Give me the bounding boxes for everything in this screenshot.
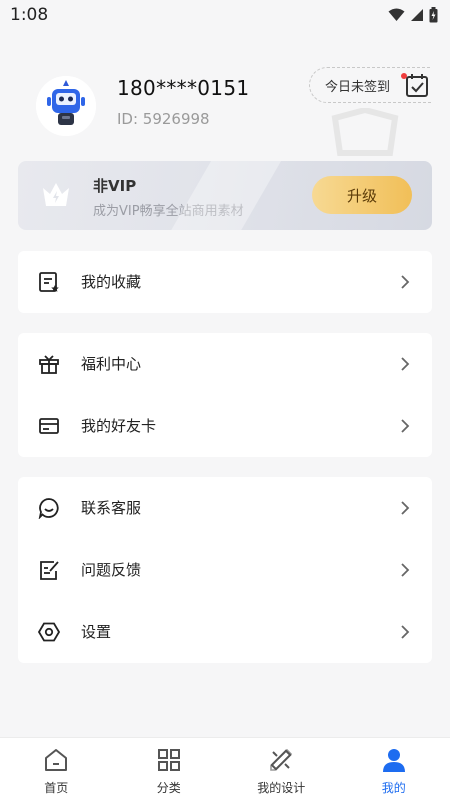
tab-my-design[interactable]: 我的设计 bbox=[225, 738, 338, 799]
chevron-right-icon bbox=[401, 501, 410, 515]
design-icon bbox=[270, 748, 293, 771]
wifi-icon bbox=[388, 8, 405, 21]
menu-item-friend-card[interactable]: 我的好友卡 bbox=[18, 395, 432, 457]
avatar[interactable] bbox=[36, 76, 96, 136]
tab-category[interactable]: 分类 bbox=[113, 738, 226, 799]
menu-item-benefits[interactable]: 福利中心 bbox=[18, 333, 432, 395]
chevron-right-icon bbox=[401, 419, 410, 433]
menu-item-label: 我的收藏 bbox=[81, 273, 142, 291]
card-icon bbox=[39, 418, 59, 434]
robot-avatar-icon bbox=[36, 76, 96, 136]
feedback-icon bbox=[40, 561, 59, 580]
status-time: 1:08 bbox=[10, 5, 49, 25]
favorites-icon bbox=[39, 272, 59, 292]
settings-icon bbox=[38, 622, 60, 642]
tab-mine[interactable]: 我的 bbox=[338, 738, 450, 799]
username: 180****0151 bbox=[117, 76, 250, 100]
chat-icon bbox=[38, 498, 59, 519]
menu-card-benefits: 福利中心 我的好友卡 bbox=[18, 333, 432, 457]
menu-item-label: 联系客服 bbox=[81, 499, 142, 517]
checkin-button[interactable]: 今日未签到 bbox=[309, 67, 431, 103]
menu-item-feedback[interactable]: 问题反馈 bbox=[18, 539, 432, 601]
battery-icon bbox=[429, 7, 438, 23]
menu-item-label: 我的好友卡 bbox=[81, 417, 157, 435]
signal-icon bbox=[411, 9, 423, 21]
menu-item-label: 设置 bbox=[81, 623, 112, 641]
tab-label: 我的 bbox=[381, 781, 406, 795]
status-icons bbox=[388, 7, 438, 23]
tab-label: 我的设计 bbox=[257, 781, 306, 795]
vip-title: 非VIP bbox=[93, 177, 137, 195]
home-icon bbox=[45, 749, 68, 771]
gift-icon bbox=[39, 355, 59, 374]
upgrade-button[interactable]: 升级 bbox=[312, 176, 412, 214]
profile-header: 180****0151 ID: 5926998 今日未签到 bbox=[0, 30, 450, 160]
crown-icon bbox=[43, 183, 69, 206]
menu-card-support: 联系客服 问题反馈 设置 bbox=[18, 477, 432, 663]
chevron-right-icon bbox=[401, 275, 410, 289]
chevron-right-icon bbox=[401, 357, 410, 371]
menu-item-settings[interactable]: 设置 bbox=[18, 601, 432, 663]
status-bar: 1:08 bbox=[0, 0, 450, 30]
chevron-right-icon bbox=[401, 625, 410, 639]
menu-item-favorites[interactable]: 我的收藏 bbox=[18, 251, 432, 313]
tab-label: 首页 bbox=[44, 781, 69, 795]
grid-icon bbox=[157, 749, 180, 771]
checkin-label: 今日未签到 bbox=[325, 79, 391, 95]
user-id: ID: 5926998 bbox=[117, 110, 210, 128]
bottom-tab-bar: 首页 分类 我的设计 我的 bbox=[0, 737, 450, 799]
chevron-right-icon bbox=[401, 563, 410, 577]
vip-subtitle: 成为VIP畅享全站商用素材 bbox=[93, 204, 244, 219]
menu-card-favorites: 我的收藏 bbox=[18, 251, 432, 313]
menu-item-label: 福利中心 bbox=[81, 355, 142, 373]
watermark-icon bbox=[331, 108, 399, 156]
vip-card[interactable]: 非VIP 成为VIP畅享全站商用素材 升级 bbox=[18, 161, 432, 230]
user-icon bbox=[382, 749, 405, 772]
tab-label: 分类 bbox=[156, 781, 181, 795]
calendar-check-icon bbox=[406, 74, 428, 97]
menu-item-label: 问题反馈 bbox=[81, 561, 142, 579]
tab-home[interactable]: 首页 bbox=[0, 738, 113, 799]
menu-item-customer-service[interactable]: 联系客服 bbox=[18, 477, 432, 539]
